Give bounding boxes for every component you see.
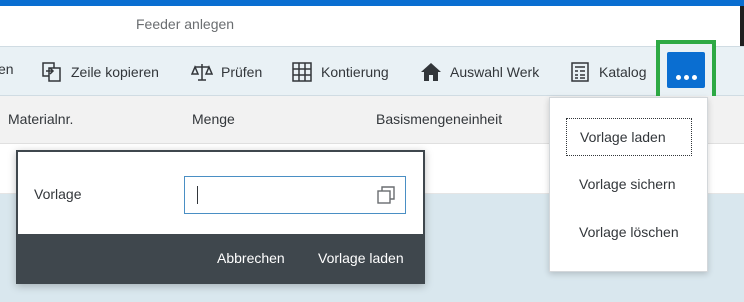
copy-row-button[interactable]: Zeile kopieren: [41, 61, 159, 83]
toolbar: en Zeile kopieren Prüfen Kontierung Ausw…: [0, 46, 744, 96]
load-template-button[interactable]: Vorlage laden: [318, 250, 404, 266]
grid-icon: [292, 62, 312, 82]
menu-item-delete-template[interactable]: Vorlage löschen: [566, 214, 692, 252]
column-header-quantity[interactable]: Menge: [192, 111, 235, 127]
template-field-label: Vorlage: [34, 186, 82, 202]
column-header-material[interactable]: Materialnr.: [8, 111, 73, 127]
text-cursor: [197, 186, 198, 204]
template-field[interactable]: [184, 176, 406, 214]
house-icon: [421, 63, 441, 81]
plant-selection-button[interactable]: Auswahl Werk: [420, 61, 539, 83]
page-title: Feeder anlegen: [136, 16, 235, 32]
copy-row-label: Zeile kopieren: [71, 64, 159, 80]
toolbar-label: en: [0, 61, 14, 77]
cancel-button[interactable]: Abbrechen: [217, 250, 285, 266]
plant-selection-label: Auswahl Werk: [450, 64, 540, 80]
catalog-label: Katalog: [599, 64, 647, 80]
overflow-button[interactable]: [667, 52, 705, 88]
check-label: Prüfen: [221, 64, 263, 80]
menu-item-save-template[interactable]: Vorlage sichern: [566, 166, 692, 204]
scale-icon: [191, 64, 213, 81]
dialog-footer: Abbrechen Vorlage laden: [18, 234, 423, 282]
account-assignment-label: Kontierung: [321, 64, 389, 80]
check-button[interactable]: Prüfen: [191, 61, 262, 83]
template-input[interactable]: [195, 184, 365, 206]
copy-row-icon: [42, 62, 61, 82]
template-dialog: Vorlage Abbrechen Vorlage laden: [16, 150, 425, 284]
value-help-icon[interactable]: [377, 186, 395, 204]
account-assignment-button[interactable]: Kontierung: [291, 61, 389, 83]
catalog-button[interactable]: Katalog: [569, 61, 646, 83]
catalog-icon: [571, 62, 589, 82]
title-bar: Feeder anlegen: [0, 6, 744, 46]
overflow-button-highlight: [656, 40, 716, 100]
menu-item-load-template[interactable]: Vorlage laden: [566, 118, 692, 156]
overflow-icon: [675, 75, 681, 80]
overflow-menu: Vorlage laden Vorlage sichern Vorlage lö…: [549, 97, 708, 272]
column-header-unit[interactable]: Basismengeneinheit: [376, 111, 502, 127]
toolbar-button-truncated[interactable]: en: [0, 61, 14, 77]
